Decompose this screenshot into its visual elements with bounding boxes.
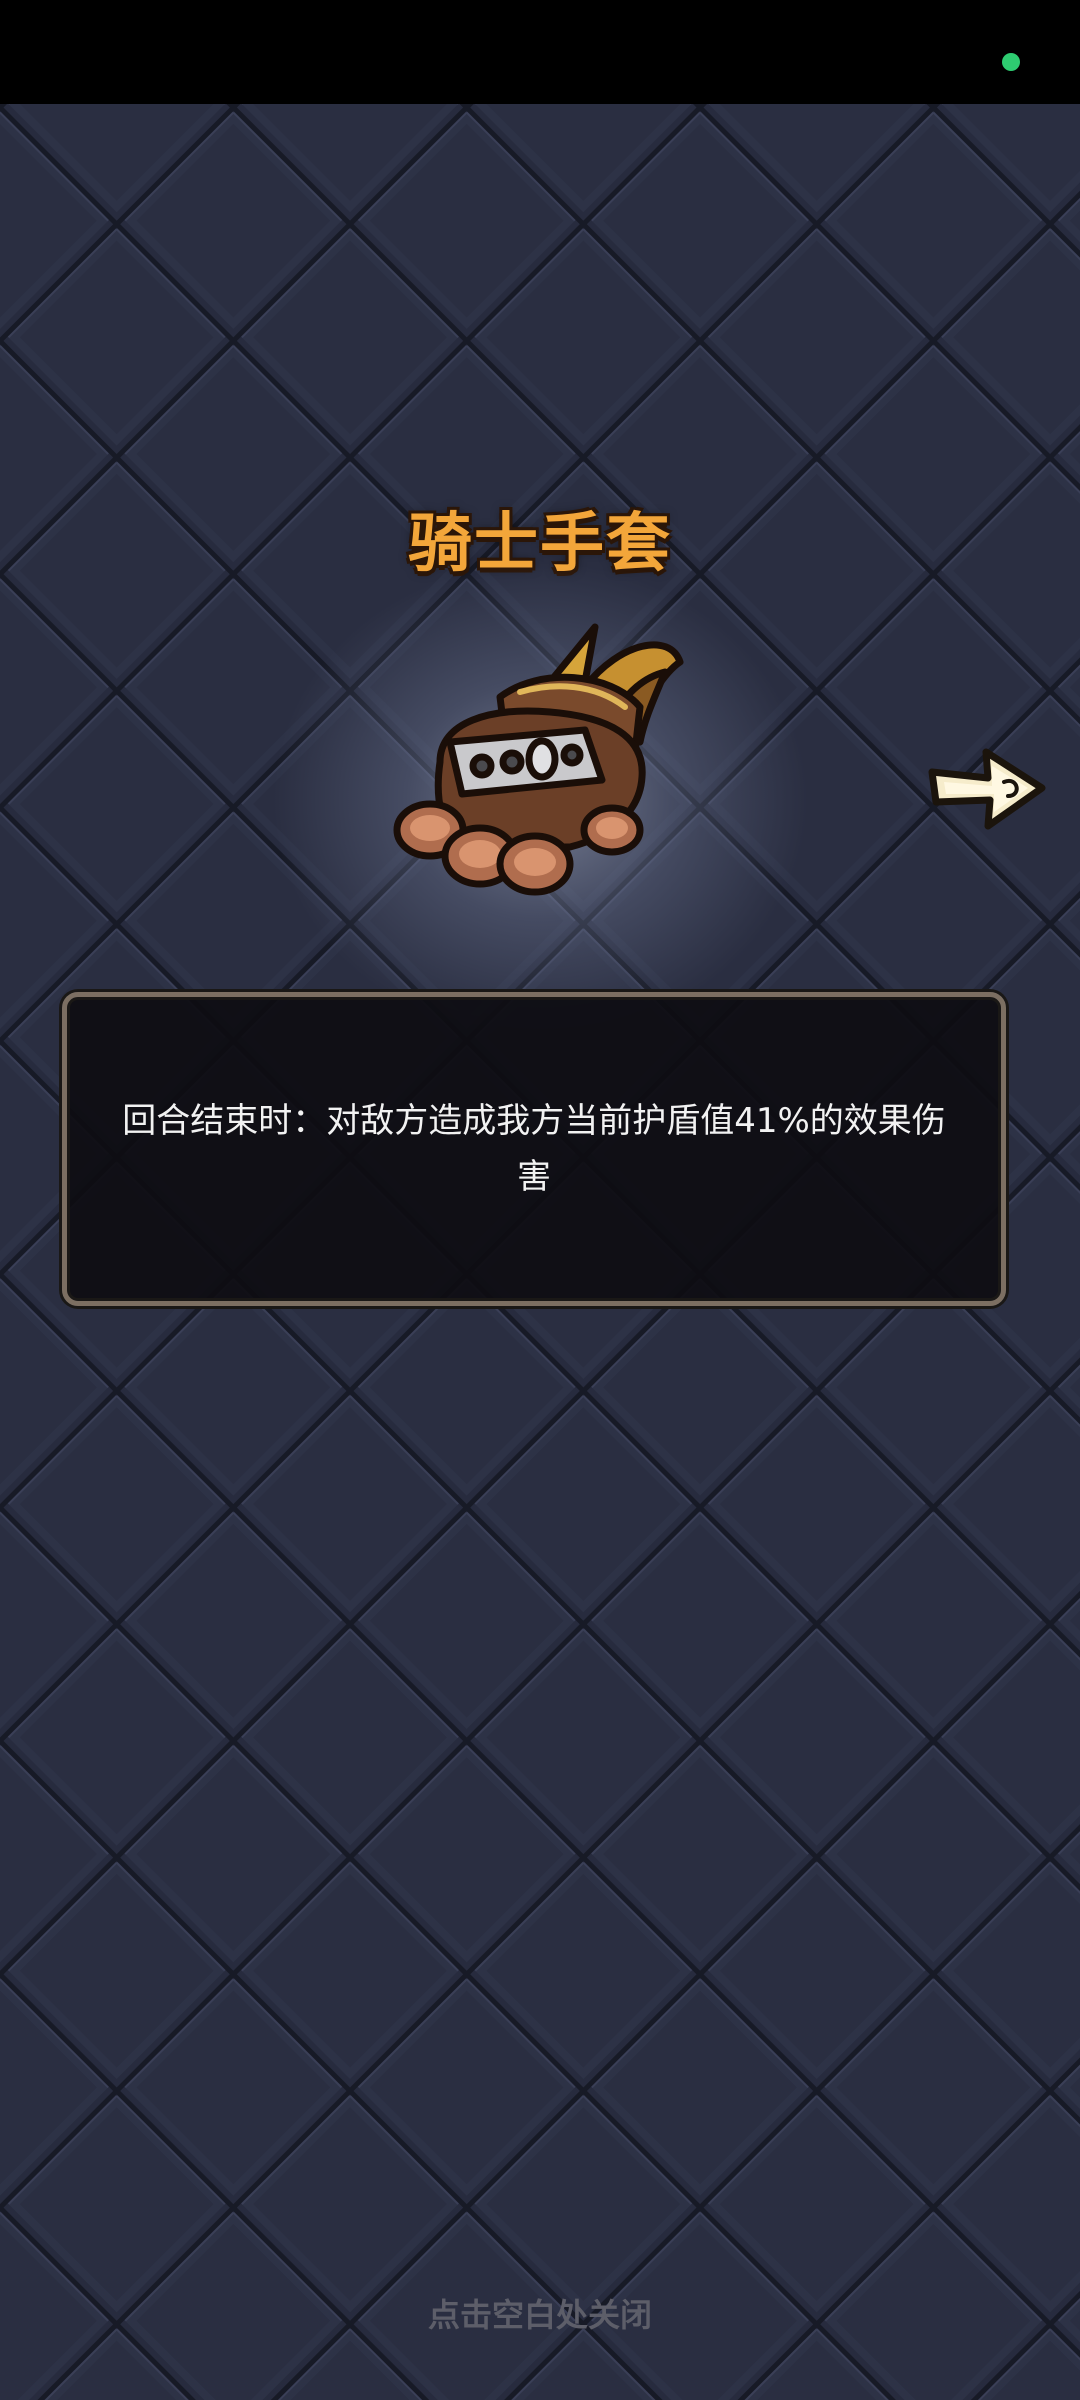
close-hint[interactable]: 点击空白处关闭 [240, 2290, 840, 2336]
status-indicator-icon [1002, 53, 1020, 71]
next-arrow-button[interactable] [926, 742, 1048, 832]
game-screen[interactable]: 骑士手套 回合结束时：对敌方造成我方当前护盾值41%的效果伤害 点击空白处关闭 [0, 0, 1080, 2400]
item-description: 回合结束时：对敌方造成我方当前护盾值41%的效果伤害 [122, 1101, 946, 1197]
knight-gauntlet-icon [393, 623, 684, 896]
description-panel: 回合结束时：对敌方造成我方当前护盾值41%的效果伤害 [62, 992, 1006, 1306]
status-bar [0, 0, 1080, 104]
